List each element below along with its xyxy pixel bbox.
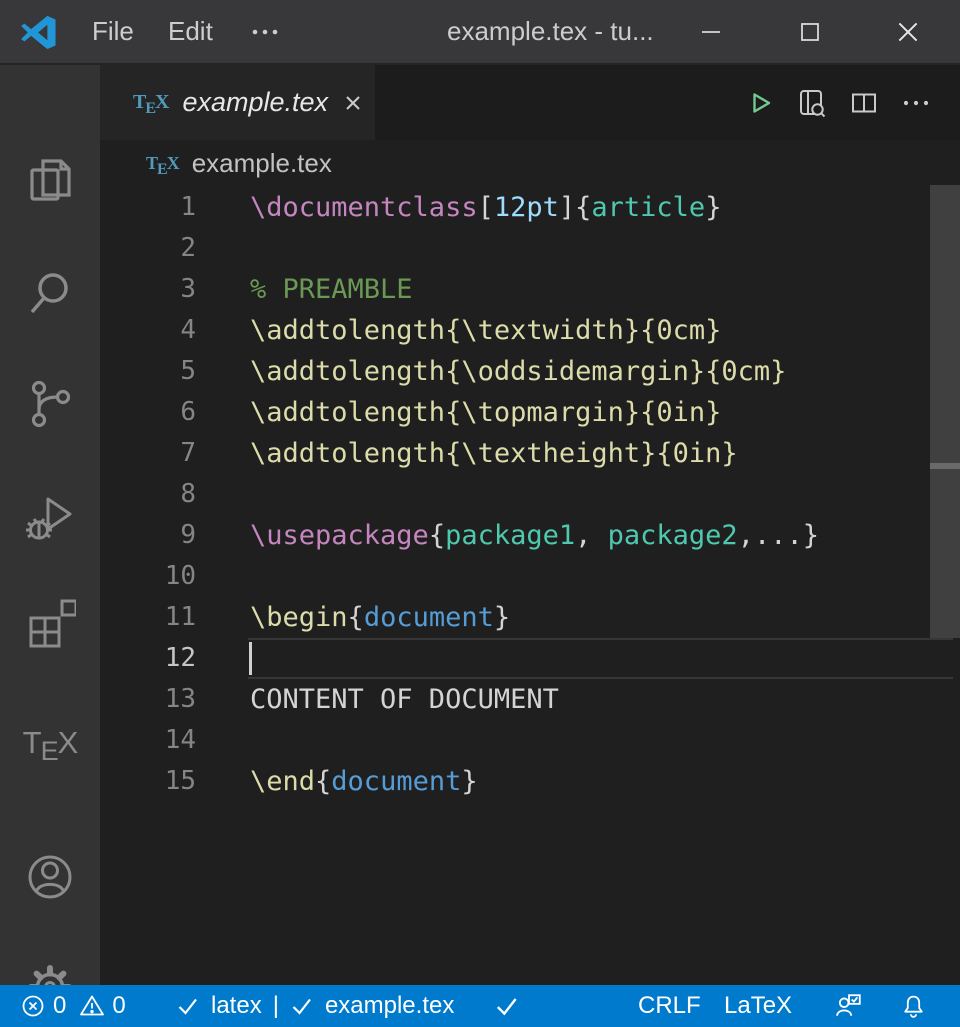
warning-count: 0 (112, 992, 125, 1020)
line-number: 5 (100, 351, 196, 392)
code-line[interactable]: 12 (100, 638, 960, 679)
latex-workshop-icon[interactable]: TEX (22, 715, 78, 771)
editor-actions (734, 65, 960, 140)
maximize-button[interactable] (779, 0, 841, 63)
code-line[interactable]: 9 \usepackage{package1, package2,...} (100, 515, 960, 556)
root-file-label: example.tex (325, 992, 454, 1020)
line-number: 12 (100, 638, 196, 679)
more-actions-icon[interactable] (890, 77, 942, 129)
menu-file[interactable]: File (82, 0, 144, 63)
build-run-icon[interactable] (734, 77, 786, 129)
minimize-button[interactable] (680, 0, 742, 63)
line-number: 11 (100, 597, 196, 638)
code-line[interactable]: 5 \addtolength{\oddsidemargin}{0cm} (100, 351, 960, 392)
warning-icon (79, 993, 105, 1019)
menu-edit[interactable]: Edit (158, 0, 223, 63)
code-text: \addtolength{\textheight}{0in} (250, 433, 738, 474)
code-text: \begin{document} (250, 597, 510, 638)
code-line[interactable]: 14 (100, 720, 960, 761)
eol-indicator[interactable]: CRLF (638, 985, 701, 1027)
line-number: 8 (100, 474, 196, 515)
tab-label: example.tex (182, 87, 328, 118)
tex-file-icon: TEX (133, 91, 168, 114)
build-status[interactable] (494, 985, 520, 1027)
code-text: \addtolength{\textwidth}{0cm} (250, 310, 721, 351)
code-text: \addtolength{\topmargin}{0in} (250, 392, 721, 433)
tab-bar: TEX example.tex (100, 65, 960, 140)
code-line[interactable]: 11 \begin{document} (100, 597, 960, 638)
code-text: \addtolength{\oddsidemargin}{0cm} (250, 351, 786, 392)
code-line[interactable]: 1 \documentclass[12pt]{article} (100, 187, 960, 228)
notifications-bell-icon[interactable] (900, 985, 927, 1027)
editor[interactable]: 1 \documentclass[12pt]{article} 23 % PREAMB… (100, 187, 960, 985)
menu-more-icon[interactable] (240, 0, 290, 63)
tab-example-tex[interactable]: TEX example.tex (100, 65, 375, 140)
line-number: 15 (100, 761, 196, 802)
line-number: 10 (100, 556, 196, 597)
check-icon (494, 993, 520, 1019)
vscode-window: File Edit example.tex - tu... (0, 0, 960, 1027)
code-text: % PREAMBLE (250, 269, 413, 310)
code-text: \end{document} (250, 761, 478, 802)
text-cursor (249, 642, 252, 675)
vscode-logo-icon (20, 14, 57, 51)
view-pdf-preview-icon[interactable] (786, 77, 838, 129)
run-debug-icon[interactable] (22, 488, 78, 544)
code-text: \usepackage{package1, package2,...} (250, 515, 819, 556)
explorer-icon[interactable] (22, 152, 78, 208)
code-line[interactable]: 7 \addtolength{\textheight}{0in} (100, 433, 960, 474)
split-editor-icon[interactable] (838, 77, 890, 129)
feedback-icon[interactable] (834, 985, 864, 1027)
line-number: 13 (100, 679, 196, 720)
title-bar: File Edit example.tex - tu... (0, 0, 960, 65)
code-text: CONTENT OF DOCUMENT (250, 679, 559, 720)
window-title: example.tex - tu... (447, 0, 654, 63)
code-line[interactable]: 2 (100, 228, 960, 269)
source-control-icon[interactable] (22, 376, 78, 432)
latex-structure-status[interactable]: latex | example.tex (176, 985, 454, 1027)
code-text: \documentclass[12pt]{article} (250, 187, 721, 228)
language-indicator[interactable]: LaTeX (724, 985, 792, 1027)
tab-close-icon[interactable] (340, 90, 366, 116)
extensions-icon[interactable] (22, 594, 78, 650)
separator: | (273, 992, 279, 1020)
account-icon[interactable] (22, 849, 78, 905)
problems-indicator[interactable]: 0 0 (20, 985, 132, 1027)
status-bar: 0 0 latex | example.tex CRLF LaT (0, 985, 960, 1027)
error-icon (20, 993, 46, 1019)
code-line[interactable]: 13 CONTENT OF DOCUMENT (100, 679, 960, 720)
line-number: 1 (100, 187, 196, 228)
check-icon (290, 994, 314, 1018)
check-icon (176, 994, 200, 1018)
line-number: 6 (100, 392, 196, 433)
tex-file-icon: TEX (146, 153, 179, 174)
linter-label: latex (211, 992, 262, 1020)
error-count: 0 (53, 992, 66, 1020)
line-number: 4 (100, 310, 196, 351)
code-line[interactable]: 3 % PREAMBLE (100, 269, 960, 310)
code-line[interactable]: 15 \end{document} (100, 761, 960, 802)
code-line[interactable]: 6 \addtolength{\topmargin}{0in} (100, 392, 960, 433)
line-number: 2 (100, 228, 196, 269)
code-area[interactable]: 1 \documentclass[12pt]{article} 23 % PREAMB… (100, 187, 960, 802)
code-line[interactable]: 4 \addtolength{\textwidth}{0cm} (100, 310, 960, 351)
search-icon[interactable] (22, 265, 78, 321)
code-line[interactable]: 10 (100, 556, 960, 597)
line-number: 14 (100, 720, 196, 761)
line-number: 9 (100, 515, 196, 556)
activity-bar: TEX (0, 65, 100, 985)
line-number: 3 (100, 269, 196, 310)
breadcrumb-file[interactable]: example.tex (192, 148, 332, 179)
breadcrumb[interactable]: TEX example.tex (100, 140, 960, 187)
line-number: 7 (100, 433, 196, 474)
close-button[interactable] (877, 0, 939, 63)
code-line[interactable]: 8 (100, 474, 960, 515)
